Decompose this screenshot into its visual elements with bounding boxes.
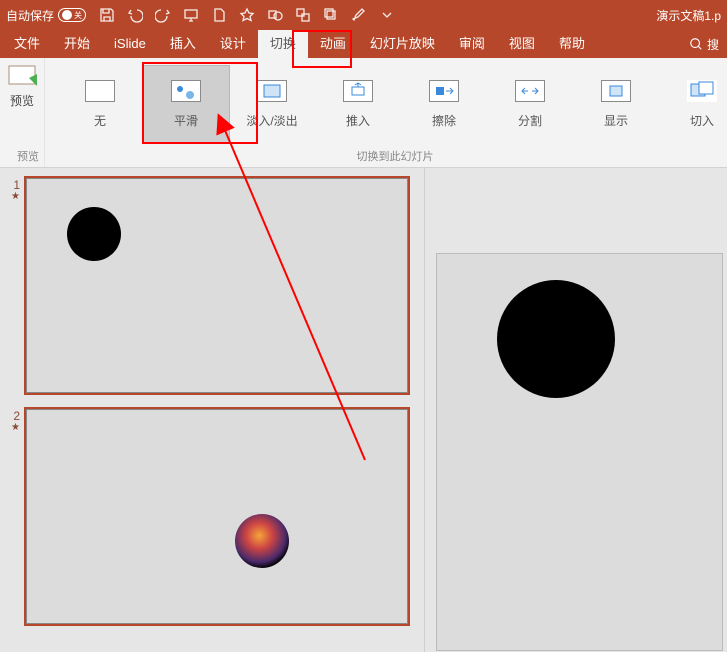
- transition-morph-label: 平滑: [174, 112, 198, 129]
- autosave-label: 自动保存: [6, 7, 54, 24]
- workspace: 1 ★ 2 ★: [0, 168, 727, 652]
- transition-wipe[interactable]: 擦除: [401, 66, 487, 142]
- transition-push-icon: [343, 80, 373, 102]
- slide-thumbnail-1[interactable]: 1 ★: [4, 178, 424, 393]
- more-icon[interactable]: [378, 6, 396, 24]
- slideshow-icon[interactable]: [182, 6, 200, 24]
- transition-cut-label: 切入: [690, 112, 714, 129]
- transition-fade-icon: [257, 80, 287, 102]
- tab-design[interactable]: 设计: [208, 30, 258, 58]
- preview-icon: [7, 64, 37, 88]
- redo-icon[interactable]: [154, 6, 172, 24]
- image-circle-shape: [235, 514, 289, 568]
- ribbon-transitions-group: 无 平滑 淡入/淡出 推入: [45, 58, 727, 167]
- transition-split-label: 分割: [518, 112, 542, 129]
- transition-none[interactable]: 无: [57, 66, 143, 142]
- layer-icon[interactable]: [322, 6, 340, 24]
- slide-thumbnail-2[interactable]: 2 ★: [4, 409, 424, 624]
- transition-reveal-label: 显示: [604, 112, 628, 129]
- tab-insert[interactable]: 插入: [158, 30, 208, 58]
- search-label: 搜: [707, 36, 719, 53]
- title-bar: 自动保存 关 演示文稿1.p: [0, 0, 727, 30]
- toggle-switch[interactable]: 关: [58, 8, 86, 22]
- preview-button[interactable]: 预览: [0, 64, 44, 109]
- transition-none-icon: [85, 80, 115, 102]
- undo-icon[interactable]: [126, 6, 144, 24]
- tab-view[interactable]: 视图: [497, 30, 547, 58]
- autosave-state: 关: [74, 10, 82, 21]
- animation-star-icon: ★: [4, 423, 20, 433]
- star-icon[interactable]: [238, 6, 256, 24]
- transition-push-label: 推入: [346, 112, 370, 129]
- transition-morph-icon: [171, 80, 201, 102]
- slide-1-canvas: [26, 178, 408, 393]
- transition-split-icon: [515, 80, 545, 102]
- tab-review[interactable]: 审阅: [447, 30, 497, 58]
- transition-fade[interactable]: 淡入/淡出: [229, 66, 315, 142]
- quick-access-toolbar: [98, 6, 396, 24]
- transition-wipe-icon: [429, 80, 459, 102]
- transition-none-label: 无: [94, 112, 106, 129]
- search-icon: [689, 37, 703, 51]
- document-name: 演示文稿1.p: [656, 7, 721, 24]
- slide-number: 2: [4, 409, 20, 423]
- transition-reveal[interactable]: 显示: [573, 66, 659, 142]
- tab-transitions[interactable]: 切换: [258, 30, 308, 58]
- shape-icon[interactable]: [266, 6, 284, 24]
- tab-animations[interactable]: 动画: [308, 30, 358, 58]
- autosave-toggle[interactable]: 自动保存 关: [6, 7, 86, 24]
- transition-morph[interactable]: 平滑: [143, 66, 229, 142]
- group-icon[interactable]: [294, 6, 312, 24]
- main-slide-canvas[interactable]: [437, 254, 722, 650]
- ribbon: 预览 预览 无 平滑 淡入/淡出: [0, 58, 727, 168]
- black-circle-shape: [67, 207, 121, 261]
- editor-area: [424, 168, 727, 652]
- toggle-knob: [62, 10, 72, 20]
- tab-islide[interactable]: iSlide: [102, 30, 158, 58]
- black-circle-shape[interactable]: [497, 280, 615, 398]
- transition-reveal-icon: [601, 80, 631, 102]
- transition-cut-icon: [687, 80, 717, 102]
- save-icon[interactable]: [98, 6, 116, 24]
- tab-help[interactable]: 帮助: [547, 30, 597, 58]
- tab-slideshow[interactable]: 幻灯片放映: [358, 30, 447, 58]
- ribbon-preview-group: 预览 预览: [0, 58, 45, 167]
- transition-push[interactable]: 推入: [315, 66, 401, 142]
- preview-label: 预览: [10, 92, 34, 109]
- slide-panel: 1 ★ 2 ★: [0, 168, 424, 652]
- search-box[interactable]: 搜: [689, 36, 725, 53]
- slide-meta: 1 ★: [4, 178, 26, 202]
- slide-number: 1: [4, 178, 20, 192]
- transition-cut[interactable]: 切入: [659, 66, 727, 142]
- transition-gallery: 无 平滑 淡入/淡出 推入: [57, 66, 727, 142]
- slide-2-canvas: [26, 409, 408, 624]
- transition-fade-label: 淡入/淡出: [246, 112, 297, 129]
- transitions-group-label: 切换到此幻灯片: [45, 148, 727, 164]
- transition-wipe-label: 擦除: [432, 112, 456, 129]
- new-icon[interactable]: [210, 6, 228, 24]
- tab-home[interactable]: 开始: [52, 30, 102, 58]
- tab-file[interactable]: 文件: [2, 30, 52, 58]
- slide-meta: 2 ★: [4, 409, 26, 433]
- animation-star-icon: ★: [4, 192, 20, 202]
- menu-bar: 文件 开始 iSlide 插入 设计 切换 动画 幻灯片放映 审阅 视图 帮助 …: [0, 30, 727, 58]
- brush-icon[interactable]: [350, 6, 368, 24]
- transition-split[interactable]: 分割: [487, 66, 573, 142]
